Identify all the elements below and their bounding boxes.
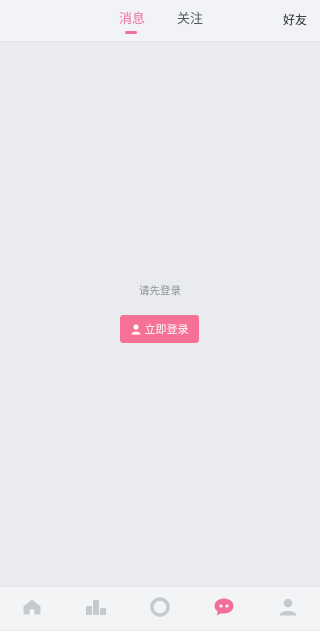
login-button-label: 立即登录: [144, 323, 189, 336]
top-bar: 消息 关注 好友: [0, 0, 320, 42]
empty-state: 请先登录: [0, 283, 320, 299]
nav-profile[interactable]: [256, 587, 320, 631]
bottom-nav: [0, 586, 320, 630]
login-button[interactable]: 立即登录: [120, 315, 199, 343]
tab-messages[interactable]: 消息: [119, 11, 145, 29]
chat-bubble-icon: [214, 598, 234, 620]
home-icon: [23, 599, 41, 619]
profile-icon: [279, 598, 297, 620]
friends-link[interactable]: 好友: [283, 12, 307, 28]
active-tab-indicator: [125, 31, 137, 34]
nav-messages[interactable]: [192, 587, 256, 631]
nav-circle[interactable]: [128, 587, 192, 631]
tab-follow[interactable]: 关注: [177, 11, 203, 29]
nav-home[interactable]: [0, 587, 64, 631]
ranking-icon: [86, 599, 106, 619]
nav-ranking[interactable]: [64, 587, 128, 631]
login-prompt-text: 请先登录: [139, 285, 181, 297]
user-icon: [131, 323, 141, 335]
circle-icon: [150, 597, 170, 621]
